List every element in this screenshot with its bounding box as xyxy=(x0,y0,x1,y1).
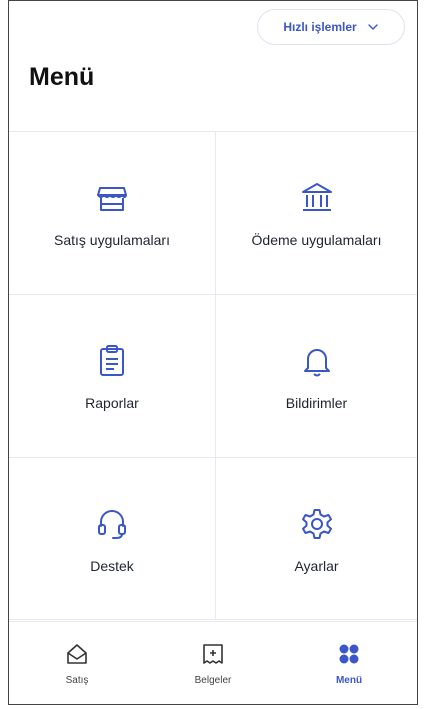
menu-item-label: Destek xyxy=(90,557,134,574)
app-screen: Hızlı işlemler Menü Satış uygulamaları Ö… xyxy=(8,0,418,705)
menu-item-support[interactable]: Destek xyxy=(9,458,216,620)
bell-icon xyxy=(297,341,337,381)
tab-documents[interactable]: Belgeler xyxy=(145,622,281,704)
store-icon xyxy=(92,178,132,218)
menu-item-label: Satış uygulamaları xyxy=(54,232,170,248)
bottom-tab-bar: Satış Belgeler Menü xyxy=(9,621,417,704)
menu-item-settings[interactable]: Ayarlar xyxy=(216,458,417,620)
sales-icon xyxy=(67,644,87,664)
grid-menu-icon xyxy=(339,644,359,664)
menu-item-label: Bildirimler xyxy=(285,395,348,411)
menu-item-reports[interactable]: Raporlar xyxy=(9,295,216,458)
menu-item-notifications[interactable]: Bildirimler xyxy=(216,295,417,458)
menu-item-payment-apps[interactable]: Ödeme uygulamaları xyxy=(216,132,417,295)
tab-sales[interactable]: Satış xyxy=(9,622,145,704)
quick-actions-label: Hızlı işlemler xyxy=(283,20,357,34)
menu-item-sales-apps[interactable]: Satış uygulamaları xyxy=(9,132,216,295)
clipboard-icon xyxy=(92,341,132,381)
menu-grid: Satış uygulamaları Ödeme uygulamaları Ra… xyxy=(9,131,417,620)
headset-icon xyxy=(92,504,132,544)
documents-icon xyxy=(203,644,223,664)
tab-label: Belgeler xyxy=(194,675,232,686)
tab-label: Menü xyxy=(335,675,363,686)
bank-icon xyxy=(297,178,337,218)
menu-item-label: Ayarlar xyxy=(294,557,339,574)
gear-icon xyxy=(297,504,337,544)
tab-label: Satış xyxy=(65,675,89,686)
chevron-down-icon xyxy=(367,24,378,30)
page-title: Menü xyxy=(29,63,95,91)
menu-item-label: Ödeme uygulamaları xyxy=(251,232,382,248)
quick-actions-button[interactable]: Hızlı işlemler xyxy=(257,9,405,45)
menu-item-label: Raporlar xyxy=(85,395,139,411)
tab-menu[interactable]: Menü xyxy=(281,622,417,704)
